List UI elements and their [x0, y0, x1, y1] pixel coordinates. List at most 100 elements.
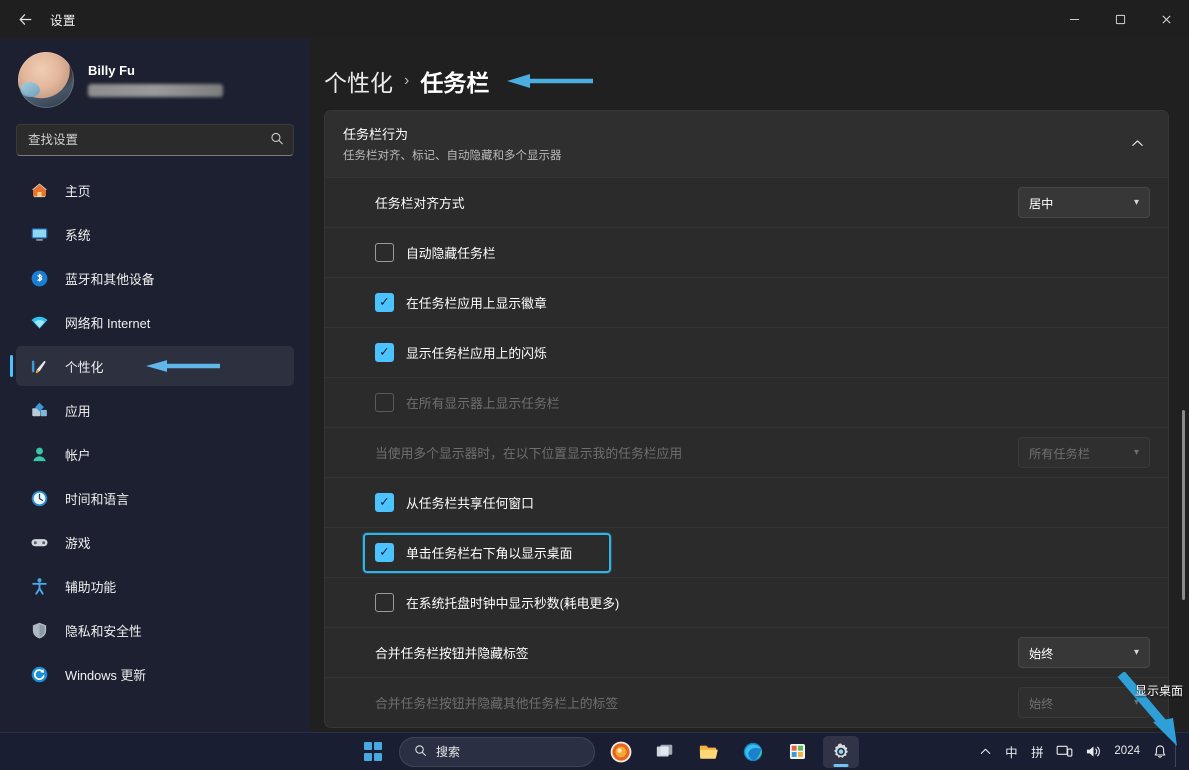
sidebar-item-label: 网络和 Internet	[65, 315, 151, 331]
ime-mode-indicator[interactable]: 中	[999, 737, 1023, 767]
bluetooth-icon	[28, 267, 50, 289]
dropdown-value: 居中	[1029, 196, 1054, 211]
row-show-desktop-corner[interactable]: 单击任务栏右下角以显示桌面	[325, 527, 1168, 577]
tray-overflow-button[interactable]	[973, 737, 997, 767]
show-desktop-button[interactable]	[1175, 736, 1181, 767]
sidebar-item-label: Windows 更新	[65, 667, 147, 683]
taskbar-search-box[interactable]: 搜索	[399, 736, 595, 767]
file-explorer-icon	[699, 745, 718, 759]
row-label: 合并任务栏按钮并隐藏标签	[375, 646, 529, 661]
start-button[interactable]	[355, 736, 391, 768]
sidebar-item-system[interactable]: 系统	[16, 214, 294, 254]
back-arrow-icon	[19, 13, 31, 25]
breadcrumb-parent[interactable]: 个性化	[324, 64, 393, 98]
file-explorer-button[interactable]	[691, 736, 727, 768]
sidebar-item-accessibility[interactable]: 辅助功能	[16, 566, 294, 606]
microsoft-store-button[interactable]	[779, 736, 815, 768]
sidebar-item-home[interactable]: 主页	[16, 170, 294, 210]
sidebar-item-accounts[interactable]: 帐户	[16, 434, 294, 474]
show-flashing-checkbox[interactable]	[375, 343, 394, 362]
chevron-up-icon[interactable]	[1122, 129, 1152, 159]
home-icon	[28, 179, 50, 201]
ime-pinyin-indicator[interactable]: 拼	[1025, 737, 1049, 767]
sidebar-item-label: 个性化	[65, 359, 104, 375]
sidebar-item-label: 隐私和安全性	[65, 623, 142, 639]
sidebar-item-bluetooth[interactable]: 蓝牙和其他设备	[16, 258, 294, 298]
avatar	[18, 52, 74, 108]
row-combine-taskbar-buttons[interactable]: 合并任务栏按钮并隐藏标签 始终 ▾	[325, 627, 1168, 677]
task-view-icon	[656, 744, 673, 757]
chevron-down-icon: ▾	[1133, 197, 1139, 208]
checkbox-group[interactable]: 显示任务栏应用上的闪烁	[375, 343, 1150, 362]
row-taskbar-alignment[interactable]: 任务栏对齐方式 居中 ▾	[325, 177, 1168, 227]
taskbar-alignment-dropdown[interactable]: 居中 ▾	[1018, 187, 1150, 218]
back-button[interactable]	[8, 4, 42, 34]
task-view-button[interactable]	[647, 736, 683, 768]
checkbox-group[interactable]: 在系统托盘时钟中显示秒数(耗电更多)	[375, 593, 1150, 612]
sidebar-item-gaming[interactable]: 游戏	[16, 522, 294, 562]
row-show-flashing[interactable]: 显示任务栏应用上的闪烁	[325, 327, 1168, 377]
sidebar-item-apps[interactable]: 应用	[16, 390, 294, 430]
user-profile[interactable]: Billy Fu	[0, 38, 310, 120]
show-seconds-in-clock-checkbox[interactable]	[375, 593, 394, 612]
search-box[interactable]	[16, 124, 294, 156]
share-any-window-checkbox[interactable]	[375, 493, 394, 512]
checkbox-group[interactable]: 自动隐藏任务栏	[375, 243, 1150, 262]
copilot-button[interactable]	[603, 736, 639, 768]
taskbar: 搜索 中 拼 2024	[0, 732, 1189, 770]
sidebar-item-label: 应用	[65, 403, 91, 419]
checkbox-group[interactable]: 从任务栏共享任何窗口	[375, 493, 1150, 512]
checkbox-label: 在所有显示器上显示任务栏	[406, 396, 560, 411]
annotation-arrow-breadcrumb	[507, 74, 594, 88]
card-header[interactable]: 任务栏行为 任务栏对齐、标记、自动隐藏和多个显示器	[325, 111, 1168, 177]
row-share-any-window[interactable]: 从任务栏共享任何窗口	[325, 477, 1168, 527]
microsoft-store-icon	[789, 743, 805, 760]
display-project-icon[interactable]	[1051, 737, 1078, 767]
volume-icon[interactable]	[1080, 737, 1107, 767]
sidebar-item-label: 游戏	[65, 535, 91, 551]
sidebar-item-privacy-security[interactable]: 隐私和安全性	[16, 610, 294, 650]
chevron-down-icon: ▾	[1133, 647, 1139, 658]
settings-taskbar-button[interactable]	[823, 735, 859, 768]
notifications-bell-button[interactable]	[1147, 737, 1173, 767]
checkbox-group[interactable]: 在任务栏应用上显示徽章	[375, 293, 1150, 312]
sidebar-item-label: 辅助功能	[65, 579, 117, 595]
taskbar-behaviors-card: 任务栏行为 任务栏对齐、标记、自动隐藏和多个显示器 任务栏对齐方式 居中 ▾ 自…	[324, 110, 1169, 728]
minimize-button[interactable]	[1051, 0, 1097, 38]
settings-scroll-area[interactable]: 任务栏行为 任务栏对齐、标记、自动隐藏和多个显示器 任务栏对齐方式 居中 ▾ 自…	[310, 110, 1189, 732]
row-auto-hide-taskbar[interactable]: 自动隐藏任务栏	[325, 227, 1168, 277]
checkbox-label: 单击任务栏右下角以显示桌面	[406, 546, 573, 561]
search-input[interactable]	[17, 125, 293, 155]
show-desktop-corner-checkbox[interactable]	[375, 543, 394, 562]
search-container	[0, 120, 310, 156]
sidebar-item-windows-update[interactable]: Windows 更新	[16, 654, 294, 694]
vertical-scrollbar[interactable]	[1182, 410, 1185, 600]
row-show-badges[interactable]: 在任务栏应用上显示徽章	[325, 277, 1168, 327]
checkbox-group[interactable]: 单击任务栏右下角以显示桌面	[375, 543, 1150, 562]
checkbox-label: 显示任务栏应用上的闪烁	[406, 346, 547, 361]
close-button[interactable]	[1143, 0, 1189, 38]
sidebar-item-network[interactable]: 网络和 Internet	[16, 302, 294, 342]
clock-year: 2024	[1114, 744, 1140, 757]
sidebar-item-personalization[interactable]: 个性化	[10, 346, 294, 386]
auto-hide-taskbar-checkbox[interactable]	[375, 243, 394, 262]
window-controls	[1051, 0, 1189, 38]
system-tray: 中 拼 2024	[973, 736, 1181, 767]
settings-window: 设置 Billy Fu 查找设置 主页 系统 蓝牙和其他设备 网络和 Inter…	[0, 0, 1189, 770]
sidebar-item-time-language[interactable]: 时间和语言	[16, 478, 294, 518]
title-bar: 设置	[0, 0, 1189, 38]
dropdown-value: 始终	[1029, 696, 1054, 711]
copilot-icon	[610, 741, 632, 762]
card-subtitle: 任务栏对齐、标记、自动隐藏和多个显示器	[343, 150, 562, 162]
sidebar-item-label: 时间和语言	[65, 491, 129, 507]
row-show-seconds-in-clock[interactable]: 在系统托盘时钟中显示秒数(耗电更多)	[325, 577, 1168, 627]
breadcrumb-separator: ›	[404, 72, 410, 89]
system-icon	[28, 223, 50, 245]
edge-browser-button[interactable]	[735, 736, 771, 768]
combine-taskbar-buttons-dropdown[interactable]: 始终 ▾	[1018, 637, 1150, 668]
show-badges-checkbox[interactable]	[375, 293, 394, 312]
main-content: 个性化 › 任务栏 任务栏行为 任务栏对齐、标记、自动隐藏和多个显示器 任务栏对…	[310, 38, 1189, 732]
windows-update-icon	[28, 663, 50, 685]
maximize-button[interactable]	[1097, 0, 1143, 38]
clock-button[interactable]: 2024	[1109, 737, 1145, 767]
